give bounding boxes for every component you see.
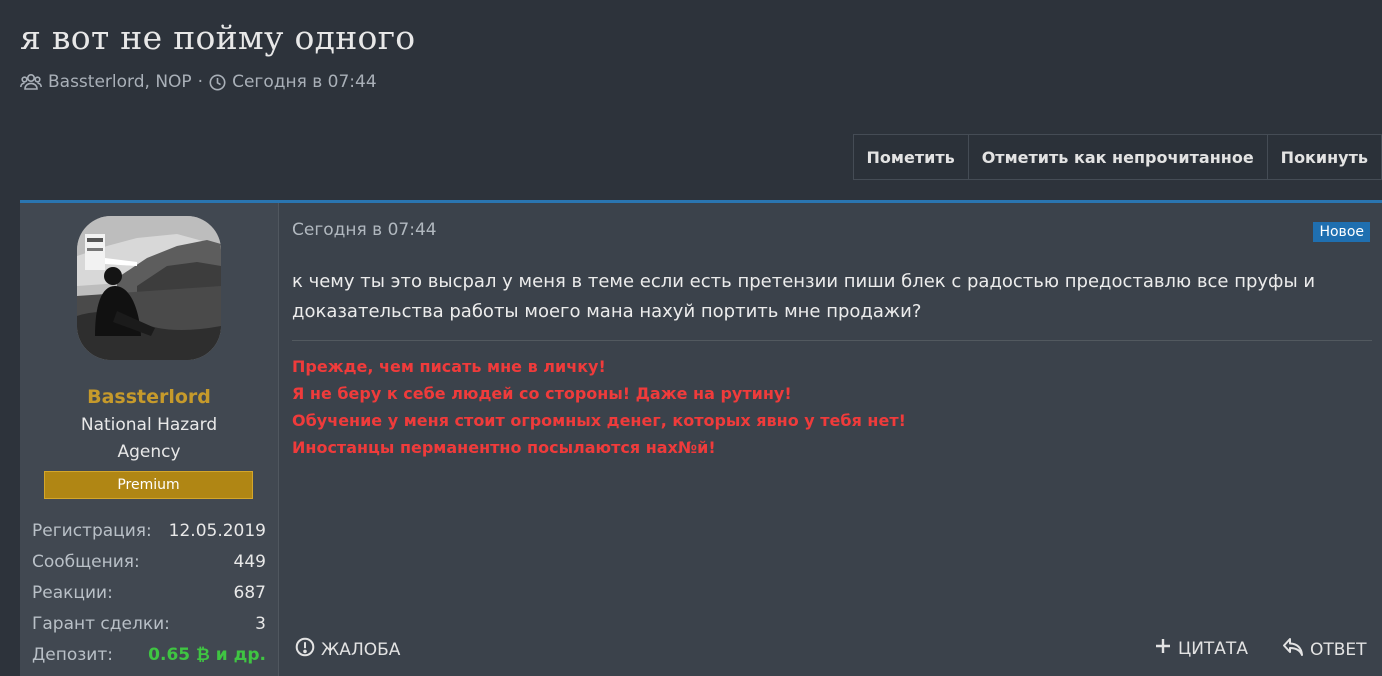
- users-icon: [20, 73, 42, 91]
- mark-unread-button[interactable]: Отметить как непрочитанное: [967, 135, 1267, 179]
- thread-date[interactable]: Сегодня в 07:44: [232, 72, 377, 92]
- thread-participants[interactable]: Bassterlord, NOP: [48, 72, 192, 92]
- stat-reactions: Реакции: 687: [32, 577, 266, 608]
- stat-messages: Сообщения: 449: [32, 546, 266, 577]
- deposit-value[interactable]: 0.65 ₿ и др.: [148, 645, 266, 665]
- stat-label: Депозит:: [32, 644, 113, 665]
- stat-label: Реакции:: [32, 582, 113, 603]
- user-stats: Регистрация: 12.05.2019 Сообщения: 449 Р…: [32, 515, 266, 670]
- leave-button[interactable]: Покинуть: [1266, 135, 1381, 179]
- reply-label: ОТВЕТ: [1310, 639, 1367, 660]
- signature-line: Обучение у меня стоит огромных денег, ко…: [292, 411, 906, 430]
- signature-line: Я не беру к себе людей со стороны! Даже …: [292, 384, 792, 403]
- stat-value[interactable]: 449: [234, 552, 266, 572]
- signature-divider: [292, 340, 1372, 341]
- report-label: ЖАЛОБА: [321, 639, 401, 660]
- mark-button[interactable]: Пометить: [854, 135, 968, 179]
- signature: Прежде, чем писать мне в личку! Я не бер…: [292, 353, 1362, 461]
- post-date[interactable]: Сегодня в 07:44: [292, 220, 437, 240]
- thread-action-bar: Пометить Отметить как непрочитанное Поки…: [852, 134, 1382, 180]
- report-button[interactable]: ЖАЛОБА: [295, 637, 400, 662]
- stat-label: Регистрация:: [32, 520, 152, 541]
- signature-line: Прежде, чем писать мне в личку!: [292, 357, 606, 376]
- clock-icon: [209, 74, 226, 91]
- quote-button[interactable]: ЦИТАТА: [1154, 637, 1248, 660]
- thread-title: я вот не пойму одного: [20, 18, 416, 57]
- signature-line: Иностанцы перманентно посылаются нах№й!: [292, 438, 716, 457]
- reply-button[interactable]: ОТВЕТ: [1282, 637, 1367, 662]
- stat-guarantee: Гарант сделки: 3: [32, 608, 266, 639]
- stat-value: 12.05.2019: [168, 520, 266, 541]
- post-body: к чему ты это высрал у меня в теме если …: [292, 271, 1316, 322]
- meta-separator: ·: [197, 72, 204, 92]
- stat-label: Гарант сделки:: [32, 613, 170, 634]
- premium-banner: Premium: [44, 471, 253, 499]
- username[interactable]: Bassterlord: [20, 386, 278, 408]
- alert-icon: [295, 637, 315, 662]
- stat-deposit: Депозит: 0.65 ₿ и др.: [32, 639, 266, 670]
- reply-icon: [1282, 637, 1304, 662]
- quote-label: ЦИТАТА: [1178, 638, 1248, 659]
- avatar[interactable]: [77, 216, 221, 360]
- message-post: Bassterlord National Hazard Agency Premi…: [20, 200, 1382, 676]
- stat-value: 687: [233, 582, 266, 603]
- post-footer: ЖАЛОБА ЦИТАТА ОТВЕТ: [292, 637, 1372, 661]
- stat-value: 3: [255, 613, 266, 634]
- message-content: Сегодня в 07:44 Новое к чему ты это выср…: [279, 203, 1382, 676]
- page: я вот не пойму одного Bassterlord, NOP ·…: [0, 0, 1382, 676]
- plus-icon: [1154, 637, 1172, 660]
- user-title: National Hazard Agency: [80, 415, 218, 462]
- stat-label: Сообщения:: [32, 551, 140, 572]
- thread-meta: Bassterlord, NOP · Сегодня в 07:44: [20, 72, 377, 92]
- new-badge: Новое: [1313, 222, 1370, 242]
- stat-registration: Регистрация: 12.05.2019: [32, 515, 266, 546]
- user-info-panel: Bassterlord National Hazard Agency Premi…: [20, 203, 279, 676]
